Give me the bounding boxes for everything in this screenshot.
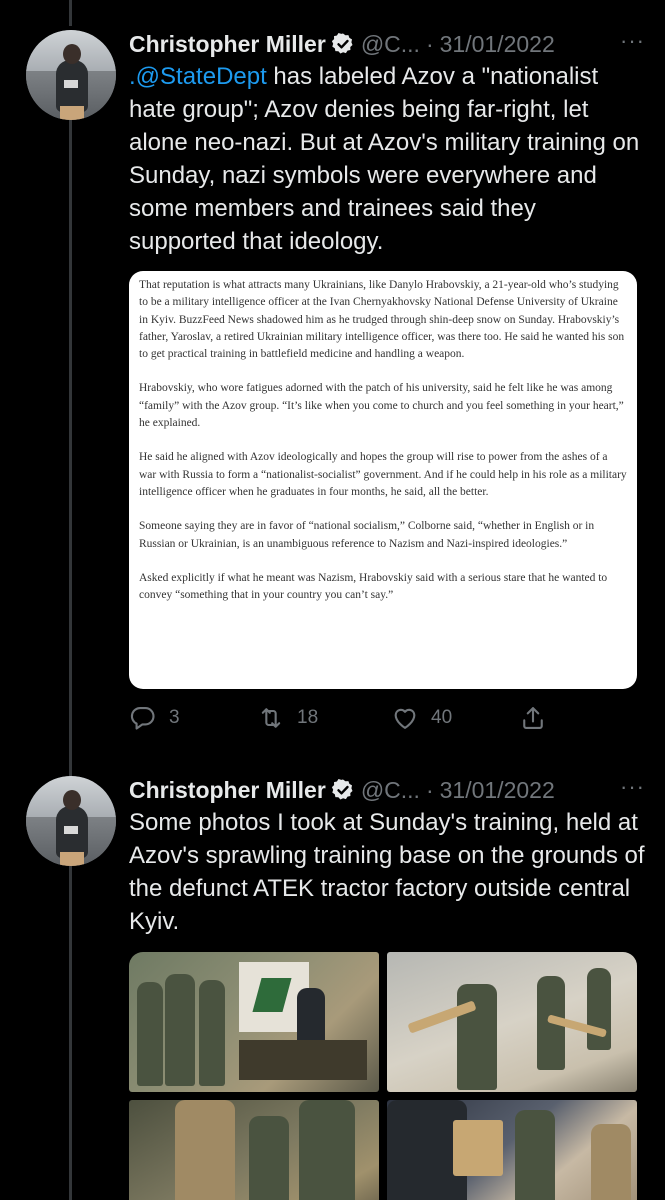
article-paragraph: He said he aligned with Azov ideological… [139, 451, 627, 498]
avatar-badge [64, 826, 78, 834]
photo-grid [129, 952, 637, 1200]
tweet-actions: 3 18 40 [129, 702, 599, 734]
photo-figure [515, 1110, 555, 1200]
like-button[interactable]: 40 [391, 702, 452, 734]
training-photo[interactable] [129, 1100, 379, 1200]
training-photo[interactable] [129, 952, 379, 1092]
author-name[interactable]: Christopher Miller [129, 777, 326, 804]
tweet-header: Christopher Miller @C... · 31/01/2022 [129, 772, 555, 808]
photo-figure [137, 982, 163, 1086]
reply-icon [130, 707, 155, 730]
photo-figure [249, 1116, 289, 1200]
photo-figure [199, 980, 225, 1086]
separator-dot: · [425, 30, 434, 57]
article-screenshot[interactable]: That reputation is what attracts many Uk… [129, 271, 637, 689]
author-avatar[interactable] [26, 776, 116, 866]
retweet-icon [261, 708, 281, 728]
article-paragraph: Hrabovskiy, who wore fatigues adorned wi… [139, 382, 624, 430]
training-photo[interactable] [387, 952, 637, 1092]
photo-figure [299, 1100, 355, 1200]
reply-button[interactable]: 3 [129, 702, 180, 734]
avatar-badge [64, 80, 78, 88]
photo-figure [587, 968, 611, 1050]
retweet-button[interactable]: 18 [257, 702, 318, 734]
tweet-header: Christopher Miller @C... · 31/01/2022 [129, 26, 555, 62]
share-icon [523, 707, 543, 729]
mention-link[interactable]: .@StateDept [129, 63, 267, 90]
tweet-date[interactable]: 31/01/2022 [440, 31, 555, 58]
tweet-text: .@StateDept has labeled Azov a "national… [129, 60, 649, 258]
separator-dot: · [425, 776, 434, 803]
tweet[interactable]: Christopher Miller @C... · 31/01/2022 ··… [0, 0, 665, 760]
tweet[interactable]: Christopher Miller @C... · 31/01/2022 ··… [0, 760, 665, 1200]
photo-table [239, 1040, 367, 1080]
share-button[interactable] [519, 702, 547, 734]
more-icon[interactable]: ··· [620, 28, 645, 54]
photo-figure [297, 988, 325, 1048]
photo-figure [165, 974, 195, 1086]
avatar-legs [60, 106, 84, 120]
tweet-text: Some photos I took at Sunday's training,… [129, 809, 645, 935]
wooden-crate [453, 1120, 503, 1176]
photo-figure [591, 1124, 631, 1200]
avatar-legs [60, 852, 84, 866]
verified-badge-icon [331, 33, 353, 54]
author-handle[interactable]: @C... [361, 777, 420, 804]
verified-badge-icon [331, 779, 353, 800]
reply-count: 3 [169, 707, 180, 728]
avatar-head [63, 790, 81, 810]
author-name[interactable]: Christopher Miller [129, 31, 326, 58]
avatar-head [63, 44, 81, 64]
tweet-date[interactable]: 31/01/2022 [440, 777, 555, 804]
author-handle[interactable]: @C... [361, 31, 420, 58]
retweet-count: 18 [297, 707, 319, 728]
article-paragraph: Someone saying they are in favor of “nat… [139, 520, 595, 550]
author-avatar[interactable] [26, 30, 116, 120]
photo-figure [175, 1100, 235, 1200]
heart-icon [394, 708, 416, 729]
training-photo[interactable] [387, 1100, 637, 1200]
like-count: 40 [431, 707, 453, 728]
article-paragraph: That reputation is what attracts many Uk… [139, 279, 625, 361]
article-paragraph: Asked explicitly if what he meant was Na… [139, 571, 608, 602]
more-icon[interactable]: ··· [620, 774, 645, 800]
photo-figure [457, 984, 497, 1090]
tweet-text-body: has labeled Azov a "nationalist hate gro… [129, 63, 640, 255]
